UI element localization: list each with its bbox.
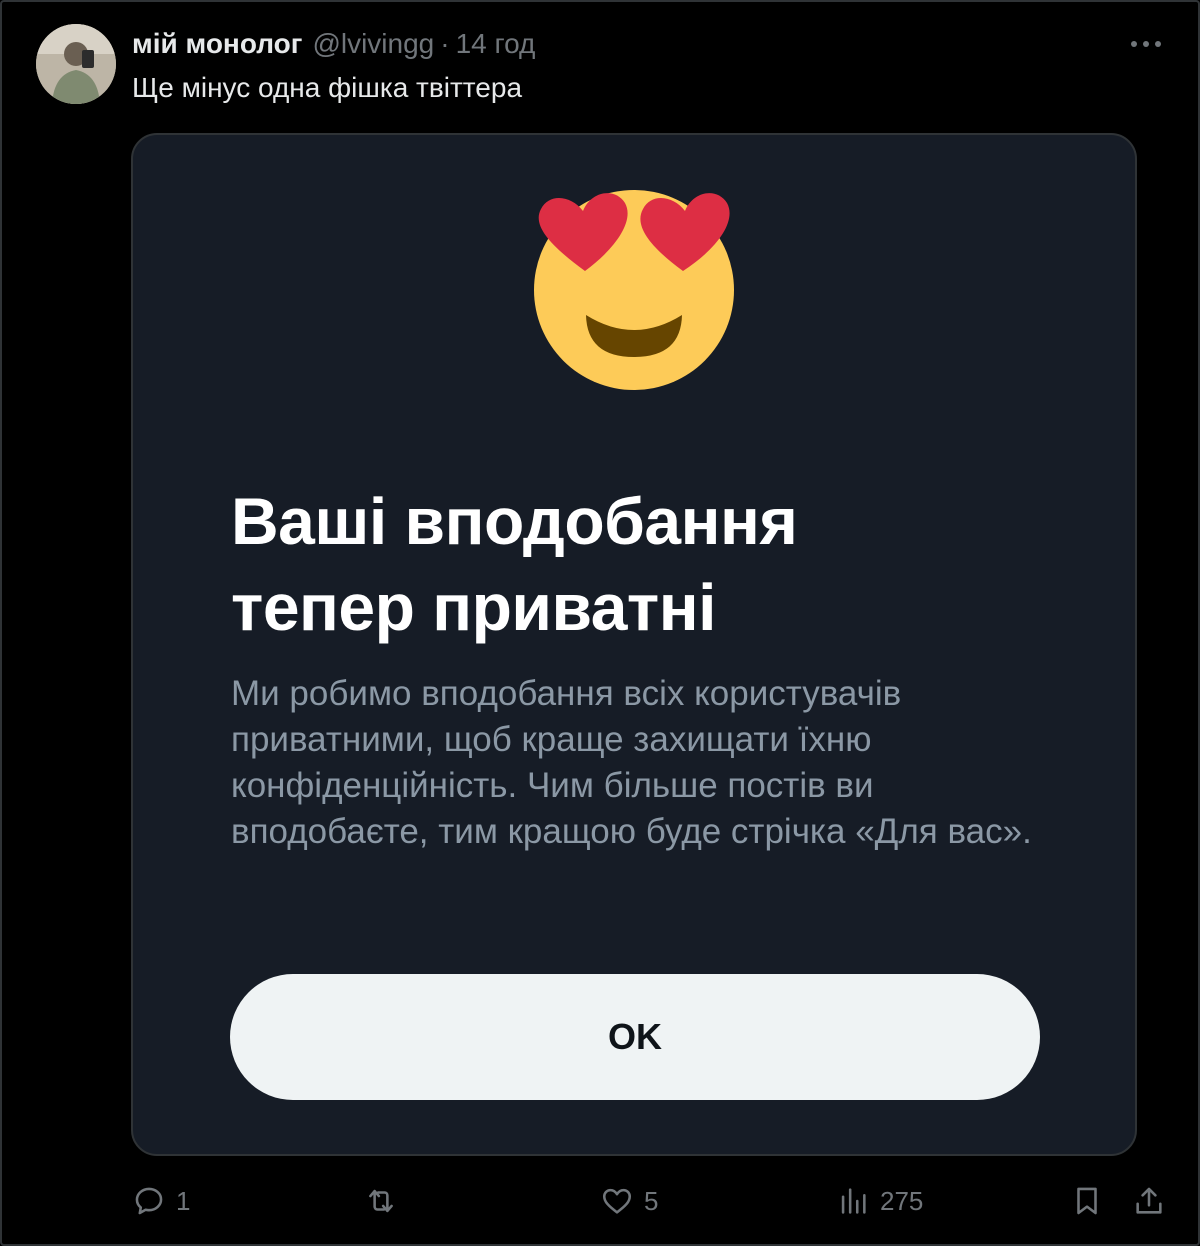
more-options-button[interactable]	[1126, 28, 1166, 60]
card-title-line-2: тепер приватні	[231, 570, 716, 644]
card-title: Ваші вподобання тепер приватні	[231, 478, 1071, 650]
avatar-photo-icon	[36, 24, 116, 104]
author-handle[interactable]: @lvivingg	[312, 28, 434, 60]
separator-dot: ·	[440, 28, 450, 59]
card-body-text: Ми робимо вподобання всіх користувачів п…	[231, 674, 1032, 851]
like-count: 5	[644, 1185, 659, 1216]
ok-button-label: OK	[608, 1016, 662, 1057]
heart-eyes-emoji-icon	[534, 190, 734, 390]
heart-icon	[602, 1188, 632, 1214]
card-title-line-1: Ваші вподобання	[231, 484, 798, 558]
bookmark-icon	[1077, 1187, 1097, 1215]
tweet-actions-bar: 1 5 275	[0, 1176, 1200, 1226]
analytics-icon	[841, 1188, 866, 1214]
view-count: 275	[880, 1185, 924, 1216]
share-button[interactable]	[1132, 1176, 1166, 1226]
like-button[interactable]: 5	[600, 1176, 658, 1226]
attached-image-card[interactable]: Ваші вподобання тепер приватні Ми робимо…	[131, 133, 1137, 1156]
avatar[interactable]	[36, 24, 116, 104]
author-name[interactable]: мій монолог	[132, 28, 302, 60]
tweet-text: Ще мінус одна фішка твіттера	[132, 72, 523, 103]
share-icon	[1136, 1187, 1162, 1214]
reply-count: 1	[176, 1185, 191, 1216]
views-button[interactable]: 275	[836, 1176, 923, 1226]
timestamp[interactable]: 14 год	[456, 28, 536, 60]
tweet-header: мій монолог @lvivingg · 14 год	[132, 28, 535, 60]
reply-button[interactable]: 1	[132, 1176, 190, 1226]
retweet-icon	[369, 1189, 393, 1213]
bookmark-button[interactable]	[1070, 1176, 1104, 1226]
ok-button[interactable]: OK	[230, 974, 1040, 1100]
more-dots-icon	[1131, 41, 1161, 47]
retweet-button[interactable]	[364, 1176, 408, 1226]
reply-icon	[135, 1187, 163, 1215]
